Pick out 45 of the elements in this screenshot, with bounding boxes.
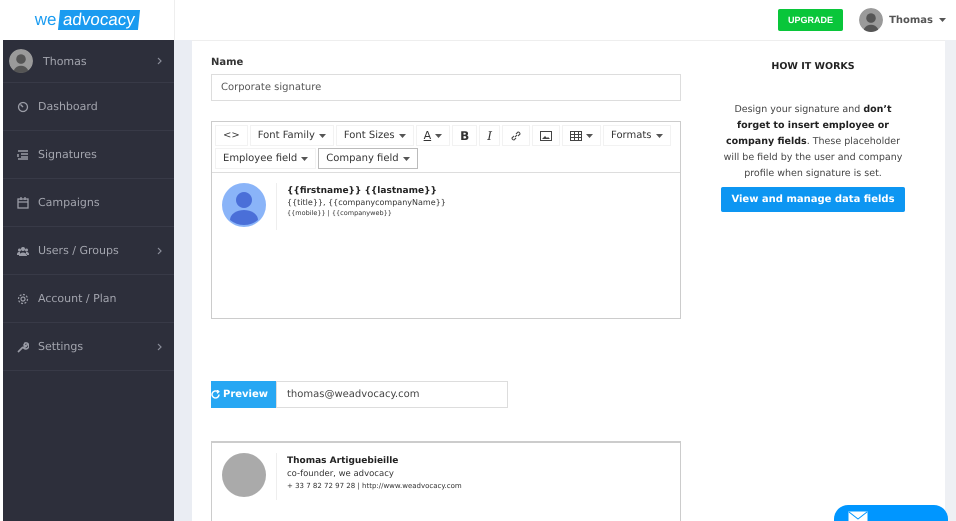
photo-placeholder xyxy=(222,453,266,497)
caret-icon xyxy=(586,134,594,138)
envelope-icon xyxy=(848,511,868,521)
avatar xyxy=(859,8,884,32)
settings-icon xyxy=(17,292,29,304)
chat-button[interactable] xyxy=(834,505,948,521)
caret-icon xyxy=(318,134,326,138)
sidebar-user[interactable]: Thomas xyxy=(3,40,174,83)
avatar xyxy=(9,49,33,73)
italic-button: I xyxy=(479,125,500,146)
wrench-icon xyxy=(17,340,29,352)
table-icon xyxy=(570,130,582,140)
caret-icon xyxy=(656,134,662,138)
link-icon xyxy=(510,130,522,142)
caret-icon xyxy=(435,134,442,138)
person-placeholder-icon xyxy=(222,183,266,227)
caret-icon xyxy=(398,134,406,138)
user-menu[interactable]: Thomas xyxy=(889,14,946,26)
dropdown-button: Company field xyxy=(318,148,418,169)
bold-button: B xyxy=(452,125,478,146)
section-title: HOW IT WORKS xyxy=(771,61,855,72)
dropdown-button: Font Sizes xyxy=(336,125,414,146)
signature-title: {{title}}, {{companycompanyName}} xyxy=(287,198,446,207)
dropdown-button: Formats xyxy=(603,125,670,146)
text-color-button: A xyxy=(416,125,450,146)
signature-name: Thomas Artiguebieille xyxy=(287,456,400,466)
email-field[interactable]: thomas@weadvocacy.com xyxy=(276,381,508,408)
list-icon xyxy=(17,148,29,160)
code-button: <> xyxy=(215,125,248,146)
refresh-icon xyxy=(211,390,220,399)
image-icon xyxy=(540,130,552,140)
users-icon xyxy=(17,244,29,256)
caret-icon xyxy=(939,18,946,22)
name-field[interactable]: Corporate signature xyxy=(211,74,681,101)
data-fields-button[interactable]: View and manage data fields xyxy=(721,187,905,212)
dropdown-button: Employee field xyxy=(215,148,316,169)
field-label: Name xyxy=(211,57,244,68)
gauge-icon xyxy=(17,100,29,112)
caret-icon xyxy=(402,156,410,160)
signature-title: co-founder, we advocacy xyxy=(287,469,395,479)
calendar-icon xyxy=(17,196,29,208)
dropdown-button: Font Family xyxy=(250,125,334,146)
caret-icon xyxy=(301,156,308,160)
help-text: Design your signature and don’t forget to insert employee or company fields. These placeholder will be field by the user and company profile when signature is set. xyxy=(723,103,903,181)
signature-name: {{firstname}} {{lastname}} xyxy=(287,186,438,196)
